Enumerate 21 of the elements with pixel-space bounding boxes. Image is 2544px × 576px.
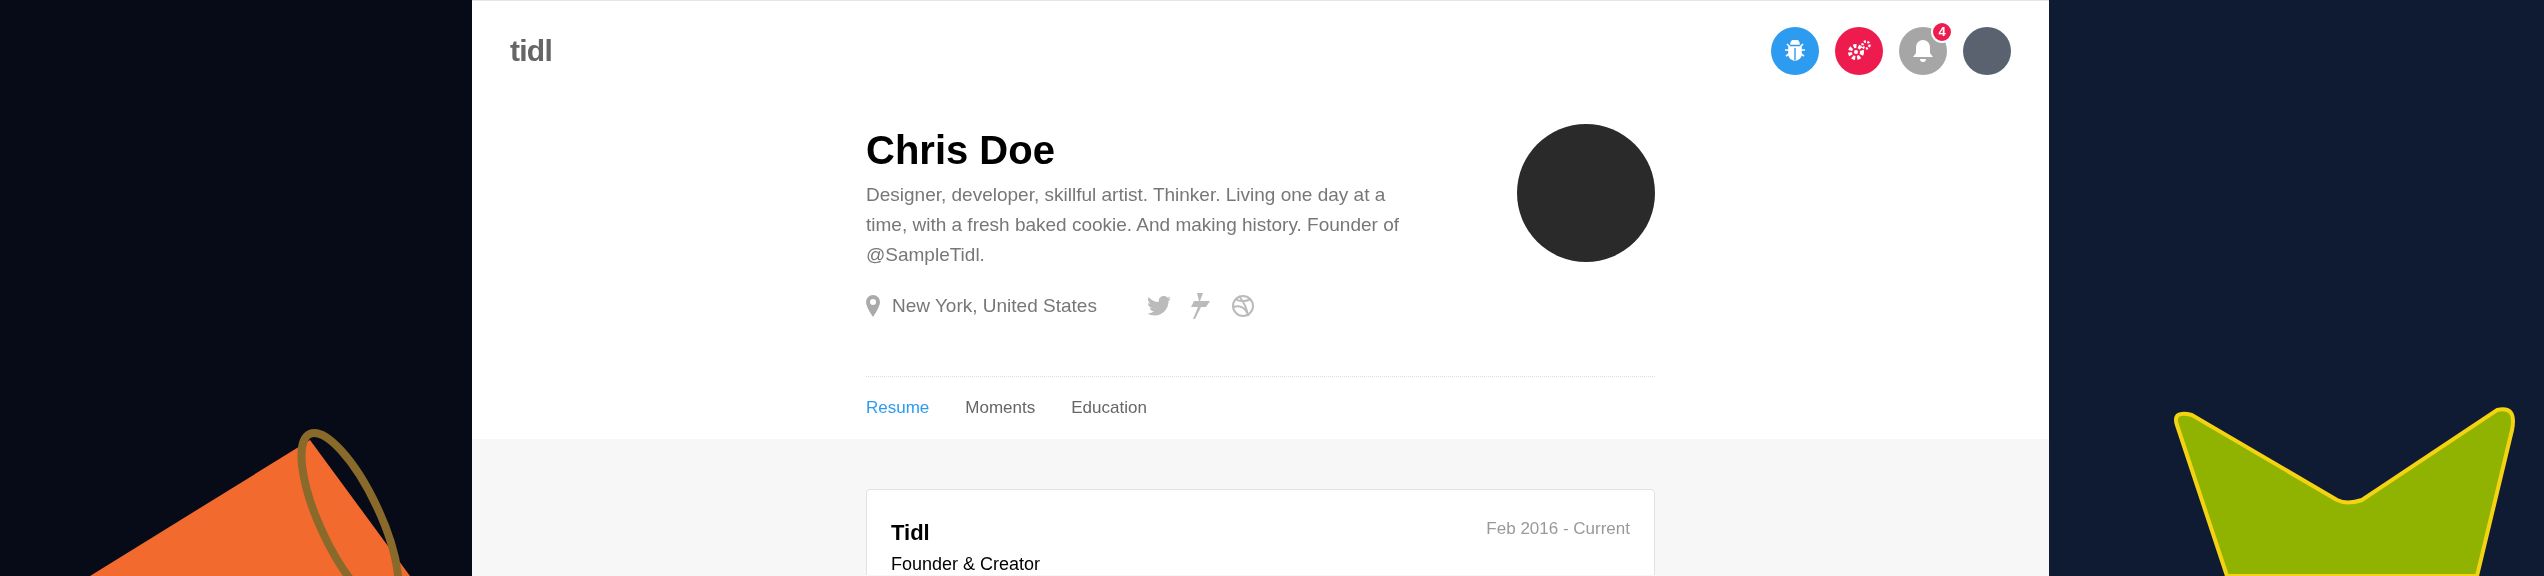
location-pin-icon	[866, 295, 880, 318]
settings-button[interactable]	[1835, 26, 1883, 75]
bird-icon[interactable]	[1146, 296, 1171, 317]
profile-name: Chris Doe	[866, 127, 1056, 174]
tab[interactable]: Education	[1071, 394, 1147, 421]
job-title: Founder & Creator	[891, 552, 1041, 575]
location-text: New York, United States	[892, 294, 1097, 318]
profile-bio: Designer, developer, skillful artist. Thinker. Living one day at a time, with a fresh baked cookie. And making history. Founder of @SampleTidl.	[866, 183, 1400, 267]
gears-icon	[1847, 39, 1871, 62]
notification-count: 4	[1931, 20, 1953, 43]
date-range: Feb 2016 - Current	[1486, 517, 1630, 540]
company-name: Tidl	[891, 518, 931, 547]
slash-logo-icon[interactable]	[1190, 293, 1211, 320]
logo[interactable]: tidl	[510, 28, 552, 73]
user-avatar[interactable]	[1963, 26, 2011, 75]
bug-report-button[interactable]	[1771, 26, 1819, 75]
tab[interactable]: Moments	[965, 394, 1036, 421]
bell-icon	[1912, 38, 1934, 63]
bug-icon	[1784, 39, 1806, 62]
tab[interactable]: Resume	[866, 394, 930, 421]
ball-icon[interactable]	[1230, 294, 1255, 319]
